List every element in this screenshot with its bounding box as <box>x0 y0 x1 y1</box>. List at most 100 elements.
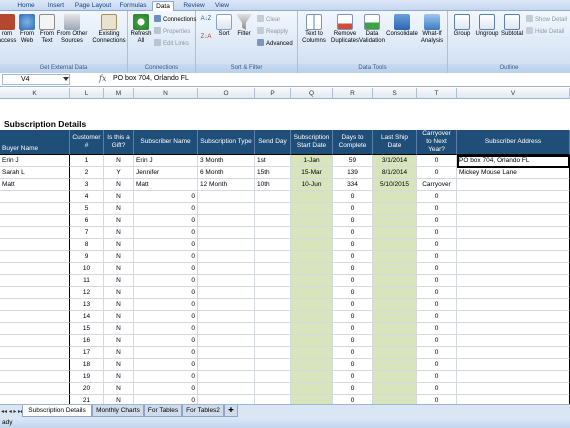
show-detail-button[interactable]: Show Detail <box>526 15 567 24</box>
cell-day[interactable] <box>255 347 291 359</box>
cell-last[interactable] <box>373 347 417 359</box>
cell-last[interactable] <box>373 311 417 323</box>
cell-start[interactable] <box>291 383 333 395</box>
cell-last[interactable] <box>373 287 417 299</box>
cell-day[interactable] <box>255 275 291 287</box>
cell-carry[interactable]: 0 <box>417 263 457 275</box>
cell-type[interactable]: 12 Month <box>198 179 255 191</box>
cell-days[interactable]: 59 <box>333 155 373 167</box>
header-subscription-type[interactable]: Subscription Type <box>198 130 255 155</box>
cell-day[interactable] <box>255 323 291 335</box>
sort-za-button[interactable]: Z↓A <box>200 33 212 41</box>
cell-num[interactable]: 3 <box>70 179 104 191</box>
sheet-nav-arrows[interactable]: ◂◂ ◂ ▸ ▸▸ <box>1 408 24 415</box>
cell-start[interactable] <box>291 395 333 404</box>
cell-carry[interactable]: 0 <box>417 227 457 239</box>
cell-days[interactable]: 0 <box>333 359 373 371</box>
cell-day[interactable] <box>255 383 291 395</box>
cell-num[interactable]: 10 <box>70 263 104 275</box>
cell-buyer[interactable] <box>0 395 70 404</box>
cell-start[interactable] <box>291 311 333 323</box>
cell-num[interactable]: 8 <box>70 239 104 251</box>
cell-start[interactable] <box>291 335 333 347</box>
cell-day[interactable] <box>255 311 291 323</box>
column-header-m[interactable]: M <box>104 88 134 99</box>
column-header-k[interactable]: K <box>0 88 70 99</box>
sort-az-button[interactable]: A↓Z <box>200 15 212 23</box>
cell-sub[interactable]: 0 <box>134 299 198 311</box>
cell-buyer[interactable] <box>0 203 70 215</box>
cell-addr[interactable] <box>457 371 570 383</box>
tab-formulas[interactable]: Formulas <box>117 1 149 11</box>
cell-sub[interactable]: 0 <box>134 323 198 335</box>
cell-carry[interactable]: 0 <box>417 155 457 167</box>
cell-last[interactable]: 5/10/2015 <box>373 179 417 191</box>
cell-sub[interactable]: 0 <box>134 371 198 383</box>
cell-day[interactable] <box>255 335 291 347</box>
cell-type[interactable] <box>198 203 255 215</box>
cell-addr[interactable] <box>457 191 570 203</box>
filter-button[interactable]: Filter <box>235 14 253 38</box>
column-header-p[interactable]: P <box>255 88 291 99</box>
cell-last[interactable] <box>373 203 417 215</box>
cell-buyer[interactable] <box>0 299 70 311</box>
cell-day[interactable] <box>255 251 291 263</box>
cell-days[interactable]: 0 <box>333 311 373 323</box>
cell-start[interactable]: 10-Jun <box>291 179 333 191</box>
cell-type[interactable] <box>198 395 255 404</box>
cell-sub[interactable]: 0 <box>134 215 198 227</box>
cell-start[interactable] <box>291 191 333 203</box>
cell-gift[interactable]: N <box>104 191 134 203</box>
cell-last[interactable] <box>373 383 417 395</box>
cell-type[interactable]: 3 Month <box>198 155 255 167</box>
cell-days[interactable]: 0 <box>333 347 373 359</box>
cell-sub[interactable]: 0 <box>134 275 198 287</box>
cell-last[interactable] <box>373 323 417 335</box>
subtotal-button[interactable]: Subtotal <box>499 14 525 38</box>
cell-days[interactable]: 0 <box>333 323 373 335</box>
edit-links-button[interactable]: Edit Links <box>154 39 189 48</box>
cell-day[interactable] <box>255 371 291 383</box>
cell-addr[interactable] <box>457 335 570 347</box>
cell-num[interactable]: 4 <box>70 191 104 203</box>
tab-insert[interactable]: Insert <box>43 1 69 11</box>
cell-addr[interactable] <box>457 203 570 215</box>
cell-buyer[interactable] <box>0 371 70 383</box>
sort-button[interactable]: Sort <box>215 14 233 38</box>
cell-start[interactable] <box>291 299 333 311</box>
cell-day[interactable] <box>255 299 291 311</box>
cell-addr[interactable] <box>457 311 570 323</box>
cell-type[interactable] <box>198 239 255 251</box>
cell-day[interactable]: 1st <box>255 155 291 167</box>
cell-sub[interactable]: 0 <box>134 239 198 251</box>
cell-day[interactable] <box>255 395 291 404</box>
cell-gift[interactable]: N <box>104 287 134 299</box>
cell-addr[interactable]: PO box 704, Orlando FL <box>457 155 570 167</box>
cell-gift[interactable]: N <box>104 215 134 227</box>
cell-carry[interactable]: 0 <box>417 359 457 371</box>
cell-type[interactable]: 6 Month <box>198 167 255 179</box>
cell-buyer[interactable] <box>0 347 70 359</box>
cell-start[interactable] <box>291 215 333 227</box>
cell-num[interactable]: 1 <box>70 155 104 167</box>
tab-page-layout[interactable]: Page Layout <box>73 1 113 11</box>
cell-day[interactable] <box>255 227 291 239</box>
column-header-o[interactable]: O <box>198 88 255 99</box>
consolidate-button[interactable]: Consolidate <box>386 14 418 38</box>
cell-day[interactable] <box>255 203 291 215</box>
cell-last[interactable] <box>373 335 417 347</box>
cell-days[interactable]: 334 <box>333 179 373 191</box>
cell-buyer[interactable] <box>0 251 70 263</box>
from-web-button[interactable]: From Web <box>17 14 37 45</box>
insert-function-icon[interactable]: fx <box>99 74 106 83</box>
cell-days[interactable]: 0 <box>333 227 373 239</box>
cell-num[interactable]: 21 <box>70 395 104 404</box>
cell-gift[interactable]: N <box>104 155 134 167</box>
cell-addr[interactable] <box>457 227 570 239</box>
header-carryover-to-next-year[interactable]: Carryover to Next Year? <box>417 130 457 155</box>
group-button[interactable]: Group <box>450 14 474 38</box>
cell-gift[interactable]: Y <box>104 167 134 179</box>
cell-sub[interactable]: 0 <box>134 311 198 323</box>
cell-addr[interactable] <box>457 383 570 395</box>
cell-carry[interactable]: 0 <box>417 239 457 251</box>
